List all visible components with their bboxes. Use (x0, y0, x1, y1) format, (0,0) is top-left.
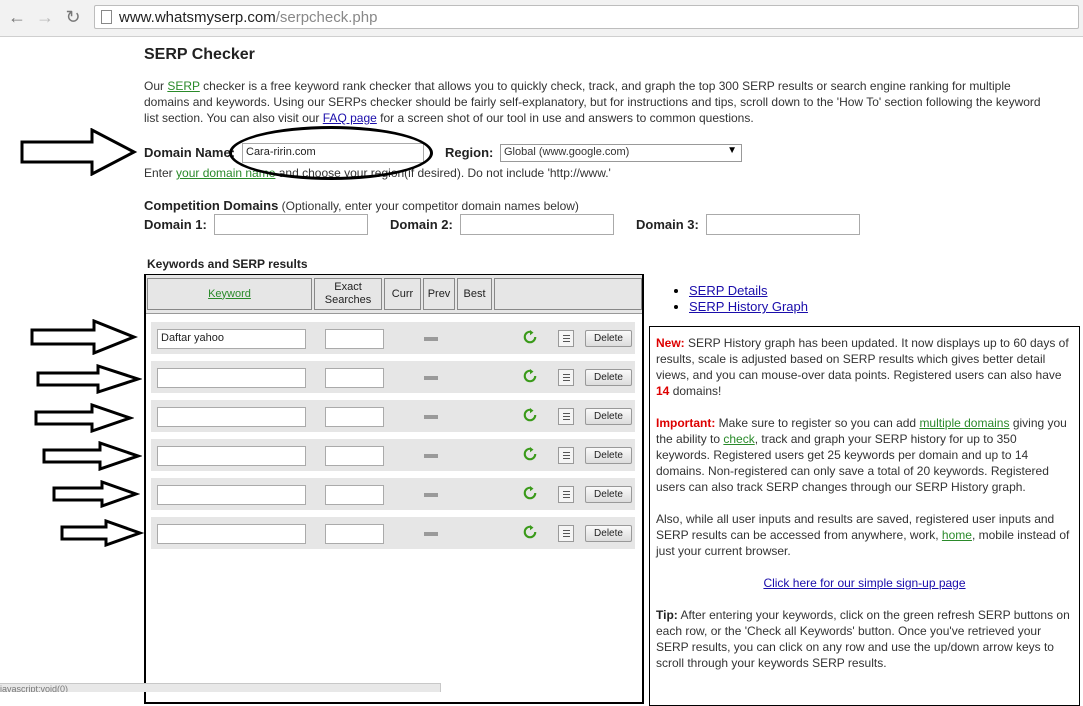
refresh-icon[interactable] (523, 486, 537, 500)
browser-toolbar: ← → ↻ www.whatsmyserp.com/serpcheck.php (0, 0, 1083, 37)
refresh-icon[interactable] (523, 525, 537, 539)
domain2-label: Domain 2: (390, 217, 453, 232)
region-label: Region: (445, 145, 494, 160)
annotation-arrow-icon (36, 364, 142, 394)
refresh-icon[interactable] (523, 408, 537, 422)
keyword-input[interactable] (157, 485, 306, 505)
keyword-row: Delete (151, 400, 635, 432)
rank-dash-icon (424, 454, 438, 458)
delete-button[interactable]: Delete (585, 369, 632, 386)
details-icon[interactable] (558, 330, 574, 347)
multiple-domains-link[interactable]: multiple domains (919, 416, 1009, 430)
intro-text: Our SERP checker is a free keyword rank … (144, 79, 1041, 125)
annotation-arrow-icon (30, 319, 138, 355)
delete-button[interactable]: Delete (585, 408, 632, 425)
exact-searches-field[interactable] (325, 407, 384, 427)
page-icon (101, 10, 112, 24)
col-best: Best (457, 278, 492, 310)
serp-history-link[interactable]: SERP History Graph (689, 299, 808, 314)
col-curr: Curr (384, 278, 421, 310)
rank-dash-icon (424, 532, 438, 536)
url-domain: www.whatsmyserp.com (119, 9, 276, 26)
annotation-arrow-icon (34, 403, 134, 433)
home-link[interactable]: home (942, 528, 972, 542)
exact-searches-field[interactable] (325, 485, 384, 505)
domain1-input[interactable] (214, 214, 368, 235)
signup-link[interactable]: Click here for our simple sign-up page (763, 576, 965, 590)
region-select[interactable]: Global (www.google.com) ▼ (500, 144, 742, 162)
side-links: SERP Details SERP History Graph (674, 283, 808, 315)
back-icon[interactable]: ← (6, 6, 28, 28)
annotation-arrow-icon (42, 441, 142, 471)
exact-searches-field[interactable] (325, 368, 384, 388)
keyword-row: Delete (151, 517, 635, 549)
keyword-input[interactable] (157, 446, 306, 466)
keyword-row: Delete (151, 439, 635, 471)
exact-searches-field[interactable] (325, 329, 384, 349)
rank-dash-icon (424, 337, 438, 341)
details-icon[interactable] (558, 447, 574, 464)
delete-button[interactable]: Delete (585, 330, 632, 347)
keyword-input[interactable] (157, 368, 306, 388)
page-title: SERP Checker (144, 46, 255, 63)
serp-details-link[interactable]: SERP Details (689, 283, 768, 298)
keyword-row: Daftar yahoo Delete (151, 322, 635, 354)
keyword-row: Delete (151, 478, 635, 510)
delete-button[interactable]: Delete (585, 447, 632, 464)
forward-icon[interactable]: → (34, 6, 56, 28)
details-icon[interactable] (558, 525, 574, 542)
col-keyword[interactable]: Keyword (147, 278, 312, 310)
rank-dash-icon (424, 376, 438, 380)
reload-icon[interactable]: ↻ (62, 6, 84, 28)
refresh-icon[interactable] (523, 330, 537, 344)
col-prev: Prev (423, 278, 455, 310)
serp-link[interactable]: SERP (167, 79, 199, 93)
keyword-input[interactable] (157, 407, 306, 427)
domain3-input[interactable] (706, 214, 860, 235)
keyword-table-header: Keyword Exact Searches Curr Prev Best (146, 275, 642, 314)
domain2-input[interactable] (460, 214, 614, 235)
annotation-arrow-icon (60, 519, 144, 547)
info-panel: New: SERP History graph has been updated… (649, 326, 1080, 706)
keyword-input[interactable] (157, 524, 306, 544)
delete-button[interactable]: Delete (585, 486, 632, 503)
check-link[interactable]: check (723, 432, 754, 446)
faq-link[interactable]: FAQ page (323, 111, 377, 125)
rank-dash-icon (424, 415, 438, 419)
details-icon[interactable] (558, 408, 574, 425)
address-bar[interactable]: www.whatsmyserp.com/serpcheck.php (94, 5, 1079, 29)
exact-searches-field[interactable] (325, 446, 384, 466)
keywords-heading: Keywords and SERP results (147, 257, 308, 271)
keyword-input[interactable]: Daftar yahoo (157, 329, 306, 349)
col-actions (494, 278, 642, 310)
annotation-arrow-icon (52, 480, 140, 508)
annotation-arrow-icon (20, 128, 138, 176)
details-icon[interactable] (558, 369, 574, 386)
refresh-icon[interactable] (523, 369, 537, 383)
dropdown-arrow-icon: ▼ (727, 145, 737, 156)
rank-dash-icon (424, 493, 438, 497)
delete-button[interactable]: Delete (585, 525, 632, 542)
domain1-label: Domain 1: (144, 217, 207, 232)
details-icon[interactable] (558, 486, 574, 503)
competition-heading: Competition Domains (Optionally, enter y… (144, 198, 579, 213)
url-path: /serpcheck.php (275, 9, 378, 26)
col-exact-searches: Exact Searches (314, 278, 382, 310)
domain3-label: Domain 3: (636, 217, 699, 232)
keyword-row: Delete (151, 361, 635, 393)
refresh-icon[interactable] (523, 447, 537, 461)
domain-name-label: Domain Name: (144, 145, 236, 160)
exact-searches-field[interactable] (325, 524, 384, 544)
annotation-oval (229, 126, 433, 180)
